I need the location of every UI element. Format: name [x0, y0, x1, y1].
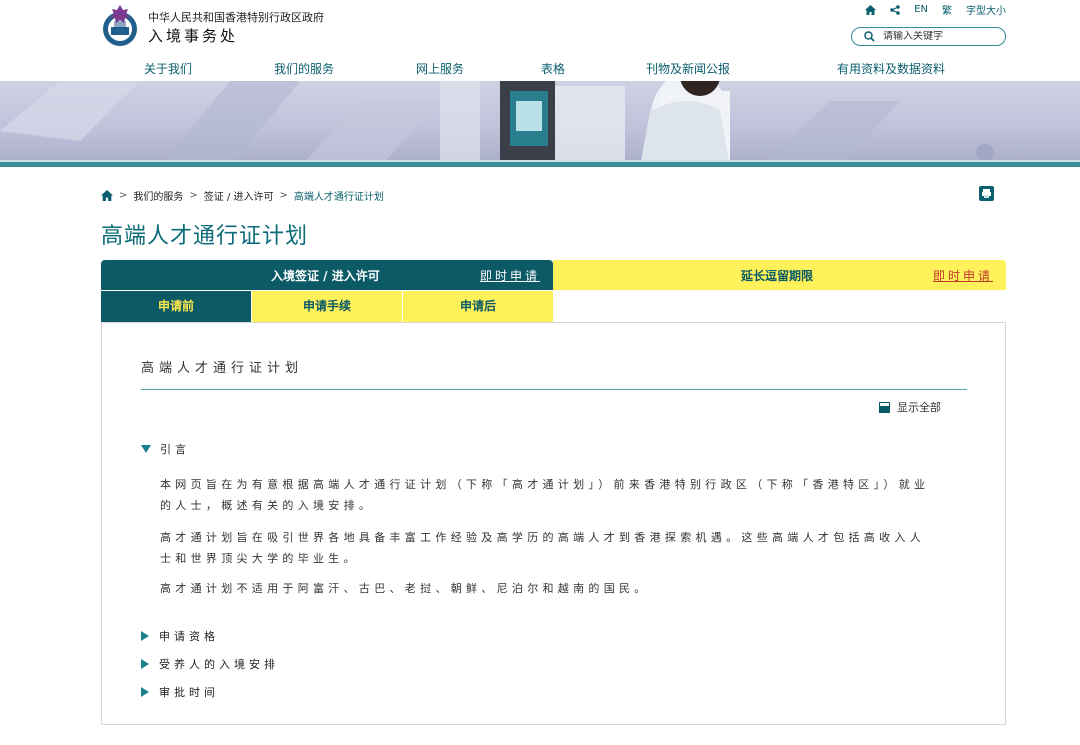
- font-size-link[interactable]: 字型大小: [966, 2, 1006, 17]
- breadcrumb: > 我们的服务 > 签证 / 进入许可 > 高端人才通行证计划: [101, 188, 384, 203]
- section-processing-time[interactable]: 审批时间: [141, 684, 219, 700]
- tab-extension-of-stay[interactable]: 延长逗留期限 即时申请: [553, 260, 1006, 290]
- tab-entry-visa-label: 入境签证 / 进入许可: [271, 269, 380, 283]
- nav-forms[interactable]: 表格: [541, 60, 565, 77]
- section-introduction-title: 引言: [160, 443, 190, 456]
- intro-paragraph-1: 本网页旨在为有意根据高端人才通行证计划（下称「高才通计划」）前来香港特别行政区（…: [160, 478, 930, 512]
- hero-banner: [0, 81, 1080, 167]
- section-dependants[interactable]: 受养人的入境安排: [141, 656, 279, 672]
- breadcrumb-visa[interactable]: 签证 / 进入许可: [204, 188, 274, 203]
- nav-our-services[interactable]: 我们的服务: [274, 60, 334, 77]
- content-panel: 高端人才通行证计划 显示全部 引言 本网页旨在为有意根据高端人才通行证计划（下称…: [101, 322, 1006, 725]
- home-icon[interactable]: [101, 190, 113, 201]
- banner-illustration: [0, 81, 994, 167]
- heading-divider: [141, 389, 967, 390]
- lang-tc-link[interactable]: 繁: [942, 2, 952, 17]
- caret-right-icon: [141, 631, 149, 641]
- caret-right-icon: [141, 659, 149, 669]
- breadcrumb-our-services[interactable]: 我们的服务: [133, 188, 183, 203]
- utility-bar: EN 繁 字型大小: [865, 2, 1006, 17]
- content-heading: 高端人才通行证计划: [141, 361, 304, 376]
- lang-en-link[interactable]: EN: [914, 4, 928, 15]
- search-input[interactable]: [883, 31, 993, 42]
- entry-apply-now-link[interactable]: 即时申请: [480, 267, 540, 284]
- extension-apply-now-link[interactable]: 即时申请: [933, 267, 993, 284]
- section-processing-time-title: 审批时间: [159, 686, 219, 699]
- search-icon[interactable]: [864, 31, 875, 42]
- section-eligibility[interactable]: 申请资格: [141, 628, 219, 644]
- site-header: 中华人民共和国香港特别行政区政府 入境事务处 EN 繁 字型大小: [0, 0, 1080, 58]
- tab-application-procedure[interactable]: 申请手续: [252, 291, 402, 322]
- department-name: 入境事务处: [148, 27, 239, 45]
- caret-right-icon: [141, 687, 149, 697]
- section-introduction[interactable]: 引言: [141, 441, 190, 457]
- tab-before-application[interactable]: 申请前: [101, 291, 251, 322]
- section-dependants-title: 受养人的入境安排: [159, 658, 279, 671]
- government-name: 中华人民共和国香港特别行政区政府: [148, 11, 324, 24]
- immigration-emblem-logo[interactable]: [100, 3, 140, 49]
- nav-useful-info[interactable]: 有用资料及数据资料: [837, 60, 945, 77]
- nav-online-services[interactable]: 网上服务: [416, 60, 464, 77]
- breadcrumb-separator: >: [279, 190, 288, 201]
- show-all-toggle[interactable]: 显示全部: [879, 399, 941, 415]
- breadcrumb-separator: >: [119, 190, 128, 201]
- print-icon[interactable]: [979, 186, 994, 201]
- home-icon[interactable]: [865, 4, 877, 15]
- application-type-tabs: 入境签证 / 进入许可 即时申请 延长逗留期限 即时申请: [101, 260, 1006, 290]
- expand-all-icon: [879, 401, 890, 413]
- tab-after-application[interactable]: 申请后: [403, 291, 553, 322]
- share-icon[interactable]: [890, 4, 900, 15]
- show-all-label: 显示全部: [897, 401, 941, 414]
- nav-about-us[interactable]: 关于我们: [144, 60, 192, 77]
- intro-paragraph-3: 高才通计划不适用于阿富汗、古巴、老挝、朝鲜、尼泊尔和越南的国民。: [160, 582, 650, 595]
- tab-extension-of-stay-label: 延长逗留期限: [741, 269, 814, 283]
- intro-paragraph-2: 高才通计划旨在吸引世界各地具备丰富工作经验及高学历的高端人才到香港探索机遇。这些…: [160, 531, 925, 565]
- tab-entry-visa[interactable]: 入境签证 / 进入许可 即时申请: [101, 260, 553, 290]
- section-eligibility-title: 申请资格: [159, 630, 219, 643]
- breadcrumb-current: 高端人才通行证计划: [293, 192, 384, 203]
- nav-publications[interactable]: 刊物及新闻公报: [646, 60, 730, 77]
- caret-down-icon: [141, 445, 151, 453]
- page-title: 高端人才通行证计划: [101, 224, 309, 249]
- search-box[interactable]: [851, 27, 1006, 46]
- breadcrumb-separator: >: [189, 190, 198, 201]
- main-nav: 关于我们 我们的服务 网上服务 表格 刊物及新闻公报 有用资料及数据资料: [0, 60, 1080, 80]
